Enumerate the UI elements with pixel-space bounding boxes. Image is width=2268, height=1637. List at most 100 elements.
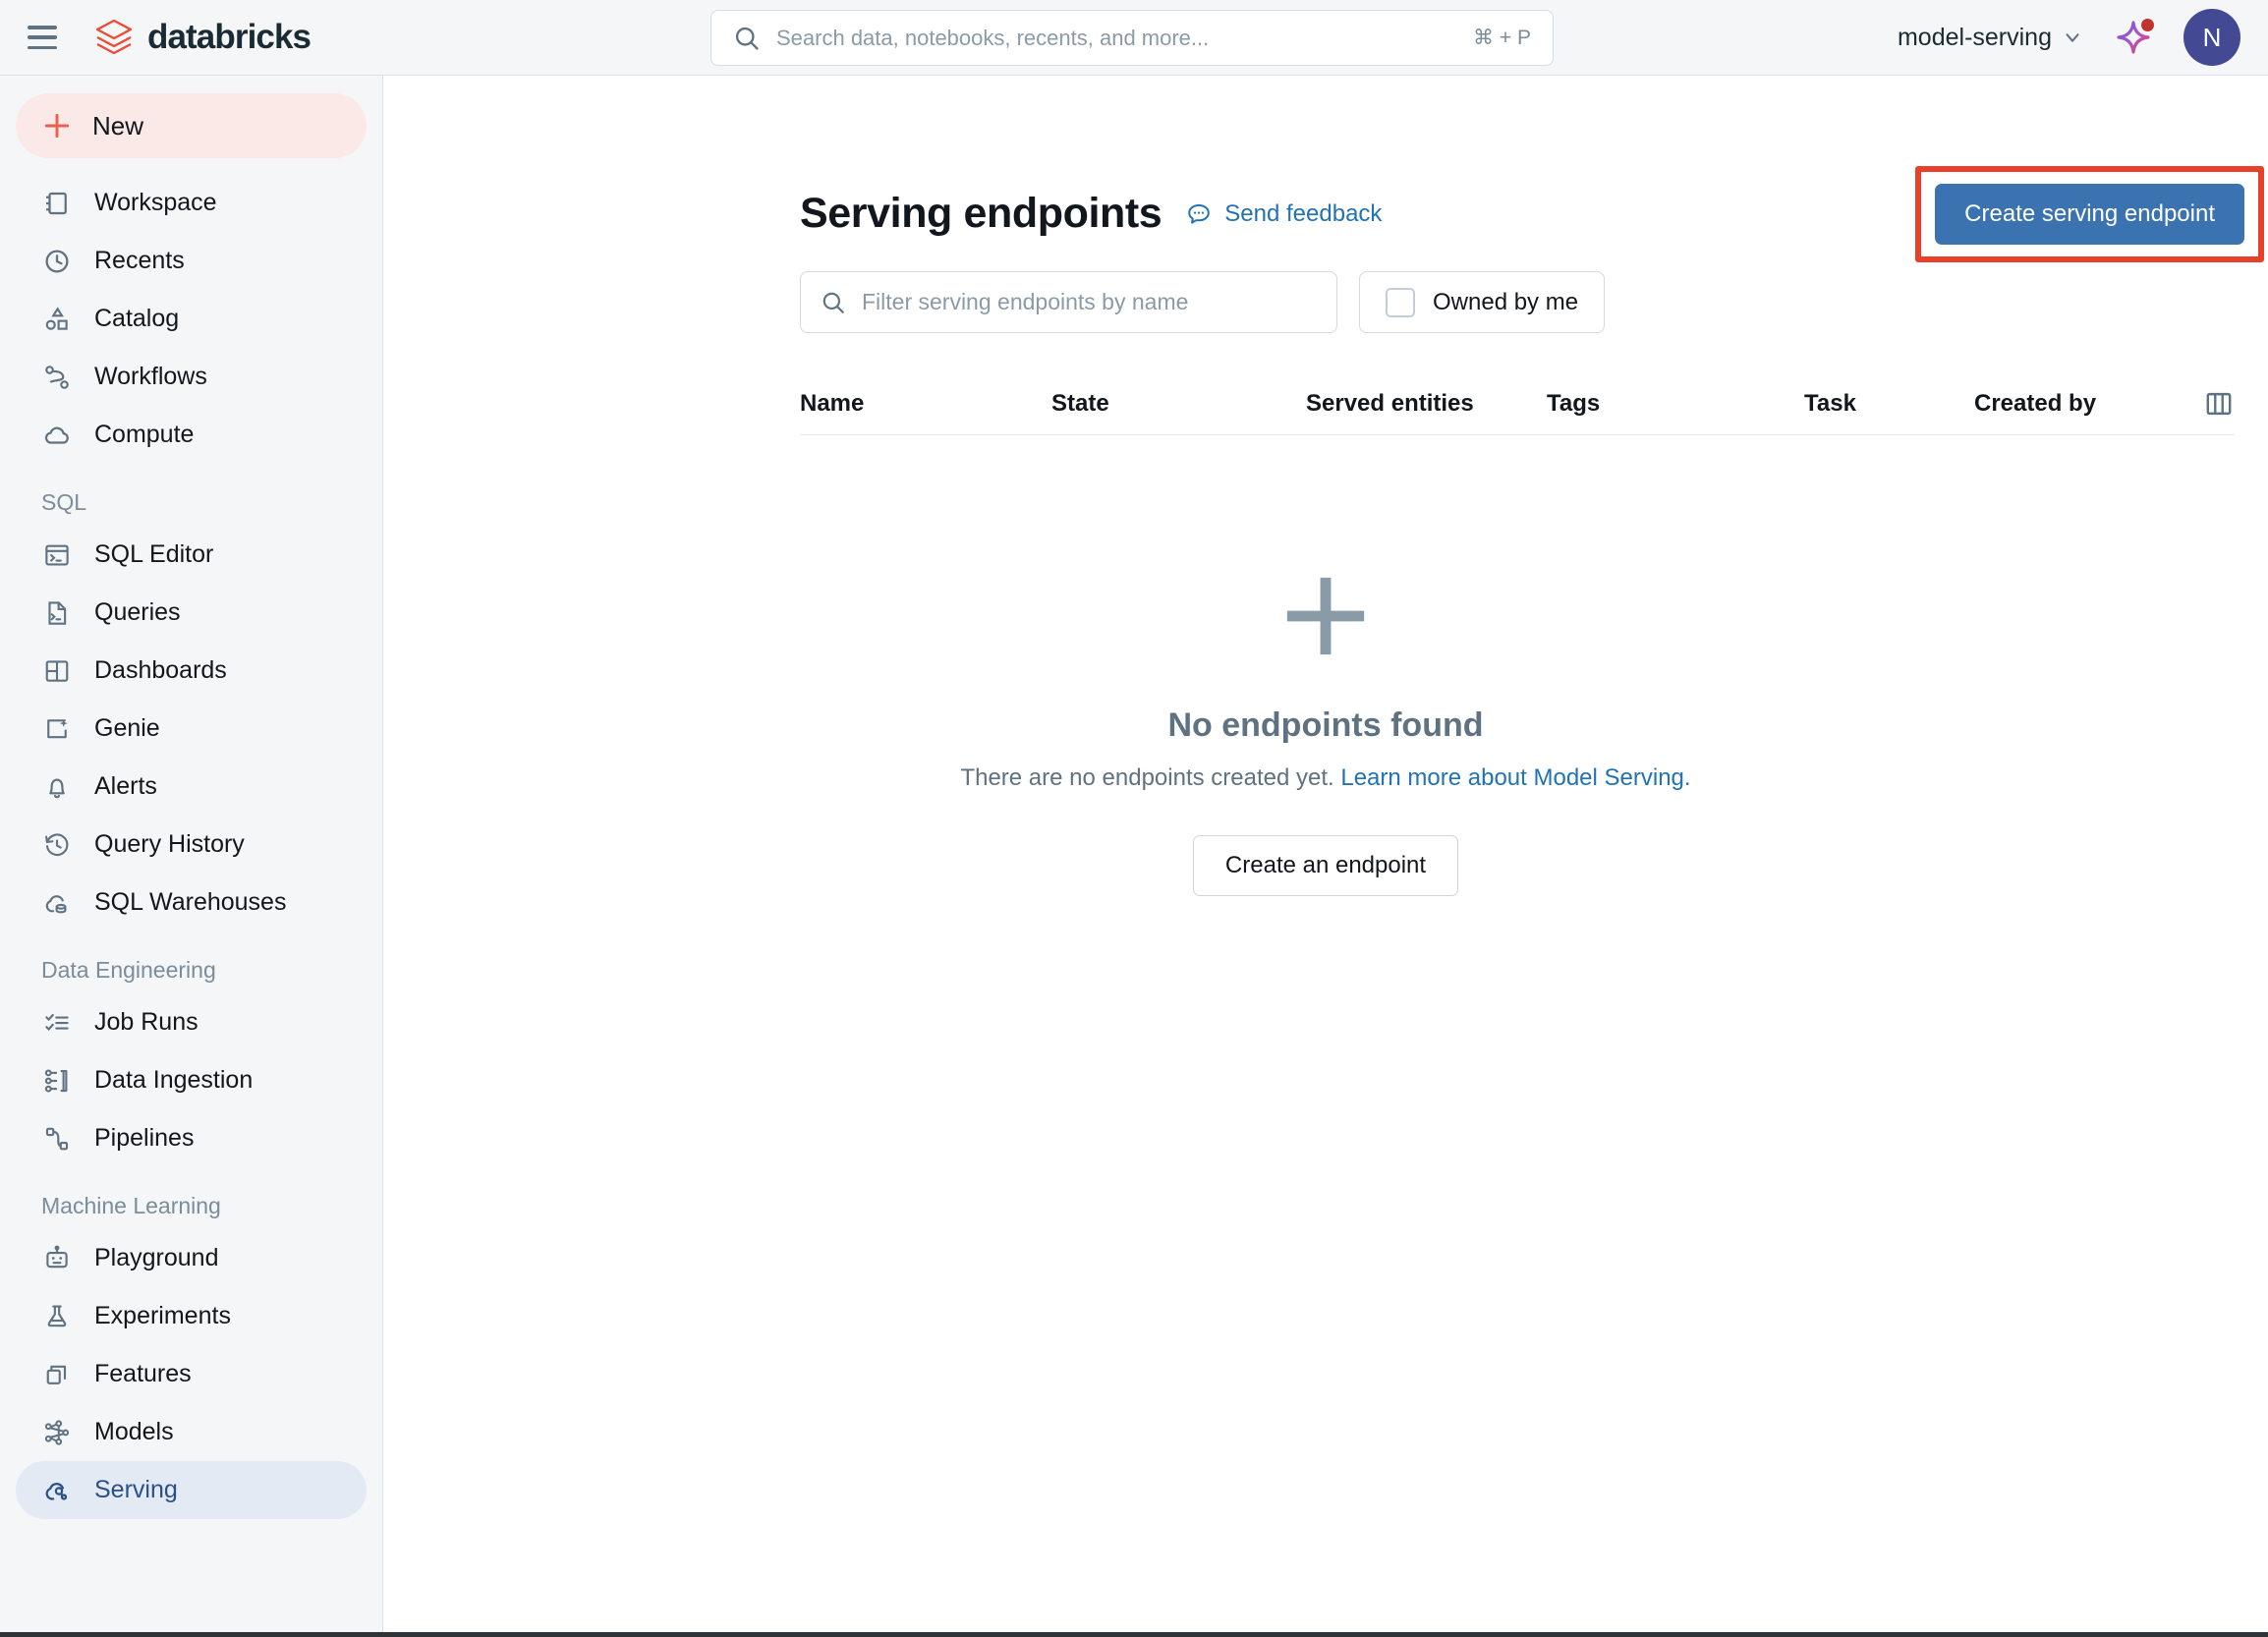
sidebar-item-workspace[interactable]: Workspace <box>16 174 367 232</box>
genie-sparkle-icon <box>41 713 73 745</box>
empty-state: No endpoints found There are no endpoint… <box>383 435 2268 896</box>
clock-icon <box>41 246 73 277</box>
robot-icon <box>41 1243 73 1274</box>
sidebar-item-label: Pipelines <box>94 1124 195 1152</box>
sidebar-item-sql-editor[interactable]: SQL Editor <box>16 526 367 584</box>
notification-dot <box>2141 19 2154 31</box>
workspace-switcher[interactable]: model-serving <box>1898 24 2083 52</box>
avatar-initial: N <box>2202 22 2222 52</box>
sidebar-item-label: Experiments <box>94 1302 231 1329</box>
checklist-icon <box>41 1007 73 1039</box>
column-settings-button[interactable] <box>2203 388 2235 420</box>
sidebar-item-data-ingestion[interactable]: Data Ingestion <box>16 1051 367 1109</box>
global-search-input[interactable]: Search data, notebooks, recents, and mor… <box>710 10 1554 66</box>
empty-state-description-text: There are no endpoints created yet. <box>960 764 1334 791</box>
owned-by-me-checkbox[interactable] <box>1386 287 1415 317</box>
endpoints-table-header: Name State Served entities Tags Task Cre… <box>800 372 2235 435</box>
column-header-state[interactable]: State <box>1051 390 1109 418</box>
app-body: New Workspace Recents Catalog Workflows … <box>0 76 2268 1637</box>
sidebar-item-workflows[interactable]: Workflows <box>16 348 367 406</box>
sidebar-item-sql-warehouses[interactable]: SQL Warehouses <box>16 874 367 931</box>
columns-icon <box>2206 392 2232 415</box>
sidebar-item-recents[interactable]: Recents <box>16 232 367 290</box>
sidebar-item-serving[interactable]: Serving <box>16 1461 367 1519</box>
sidebar-item-models[interactable]: Models <box>16 1403 367 1461</box>
new-button-label: New <box>92 110 144 141</box>
sql-editor-icon <box>41 539 73 571</box>
top-navigation-bar: databricks Search data, notebooks, recen… <box>0 0 2268 76</box>
create-an-endpoint-button[interactable]: Create an endpoint <box>1192 835 1459 896</box>
learn-more-link[interactable]: Learn more about Model Serving. <box>1340 764 1690 791</box>
column-header-name[interactable]: Name <box>800 390 864 418</box>
sidebar-item-genie[interactable]: Genie <box>16 700 367 758</box>
plus-large-icon <box>1286 577 1365 655</box>
owned-by-me-label: Owned by me <box>1433 288 1579 315</box>
column-header-created-by[interactable]: Created by <box>1974 390 2096 418</box>
sidebar-item-label: Query History <box>94 830 245 858</box>
page-title: Serving endpoints <box>800 190 1162 237</box>
catalog-shapes-icon <box>41 304 73 335</box>
data-ingestion-icon <box>41 1065 73 1097</box>
sidebar-item-label: Catalog <box>94 305 180 332</box>
sidebar-item-label: Workspace <box>94 189 217 216</box>
workspace-icon <box>41 188 73 219</box>
column-header-tags[interactable]: Tags <box>1547 390 1600 418</box>
send-feedback-link[interactable]: Send feedback <box>1185 200 1382 228</box>
search-icon <box>822 292 844 313</box>
sidebar-item-compute[interactable]: Compute <box>16 406 367 464</box>
features-stack-icon <box>41 1359 73 1390</box>
sidebar-item-pipelines[interactable]: Pipelines <box>16 1109 367 1167</box>
sidebar-item-experiments[interactable]: Experiments <box>16 1287 367 1345</box>
sidebar-item-features[interactable]: Features <box>16 1345 367 1403</box>
search-icon <box>735 27 759 50</box>
workspace-name: model-serving <box>1897 23 2052 51</box>
databricks-logo-icon <box>95 19 133 55</box>
owned-by-me-filter[interactable]: Owned by me <box>1359 271 1606 333</box>
create-serving-endpoint-button[interactable]: Create serving endpoint <box>1935 184 2244 245</box>
column-header-served-entities[interactable]: Served entities <box>1306 390 1474 418</box>
sidebar-item-label: Job Runs <box>94 1008 198 1036</box>
sidebar-item-label: Serving <box>94 1476 178 1503</box>
speech-bubble-icon <box>1188 203 1211 224</box>
filter-endpoints-placeholder: Filter serving endpoints by name <box>862 289 1189 314</box>
workflows-icon <box>41 362 73 393</box>
column-header-task[interactable]: Task <box>1804 390 1856 418</box>
search-shortcut-hint: ⌘ + P <box>1473 27 1531 49</box>
queries-file-icon <box>41 597 73 629</box>
flask-icon <box>41 1301 73 1332</box>
sidebar-item-label: Features <box>94 1360 192 1387</box>
sidebar-item-dashboards[interactable]: Dashboards <box>16 642 367 700</box>
sidebar-item-catalog[interactable]: Catalog <box>16 290 367 348</box>
global-search-placeholder: Search data, notebooks, recents, and mor… <box>776 25 1210 50</box>
sidebar-item-label: Compute <box>94 421 195 448</box>
hamburger-menu-icon[interactable] <box>28 26 57 49</box>
top-right-controls: model-serving N <box>1898 9 2240 66</box>
serving-cloud-icon <box>41 1475 73 1506</box>
sidebar-item-label: SQL Warehouses <box>94 888 287 916</box>
cloud-icon <box>41 420 73 451</box>
sidebar-item-label: Workflows <box>94 363 207 390</box>
ai-assistant-button[interactable] <box>2111 15 2156 60</box>
sidebar-item-label: SQL Editor <box>94 540 214 568</box>
pipelines-icon <box>41 1123 73 1155</box>
databricks-app: databricks Search data, notebooks, recen… <box>0 0 2268 1637</box>
sidebar-item-label: Dashboards <box>94 656 227 684</box>
dashboards-grid-icon <box>41 655 73 687</box>
sidebar-item-alerts[interactable]: Alerts <box>16 758 367 816</box>
send-feedback-label: Send feedback <box>1224 199 1383 227</box>
sidebar-item-job-runs[interactable]: Job Runs <box>16 993 367 1051</box>
warehouse-cloud-icon <box>41 887 73 919</box>
models-graph-icon <box>41 1417 73 1448</box>
sidebar-item-label: Models <box>94 1418 174 1445</box>
chevron-down-icon <box>2066 33 2079 42</box>
left-sidebar: New Workspace Recents Catalog Workflows … <box>0 76 383 1637</box>
user-avatar[interactable]: N <box>2183 9 2240 66</box>
sidebar-item-queries[interactable]: Queries <box>16 584 367 642</box>
new-button[interactable]: New <box>16 93 367 158</box>
filter-endpoints-input[interactable]: Filter serving endpoints by name <box>800 271 1337 333</box>
databricks-logo[interactable]: databricks <box>94 17 312 58</box>
sidebar-item-query-history[interactable]: Query History <box>16 816 367 874</box>
sidebar-item-label: Data Ingestion <box>94 1066 254 1094</box>
sidebar-item-playground[interactable]: Playground <box>16 1229 367 1287</box>
history-clock-icon <box>41 829 73 861</box>
